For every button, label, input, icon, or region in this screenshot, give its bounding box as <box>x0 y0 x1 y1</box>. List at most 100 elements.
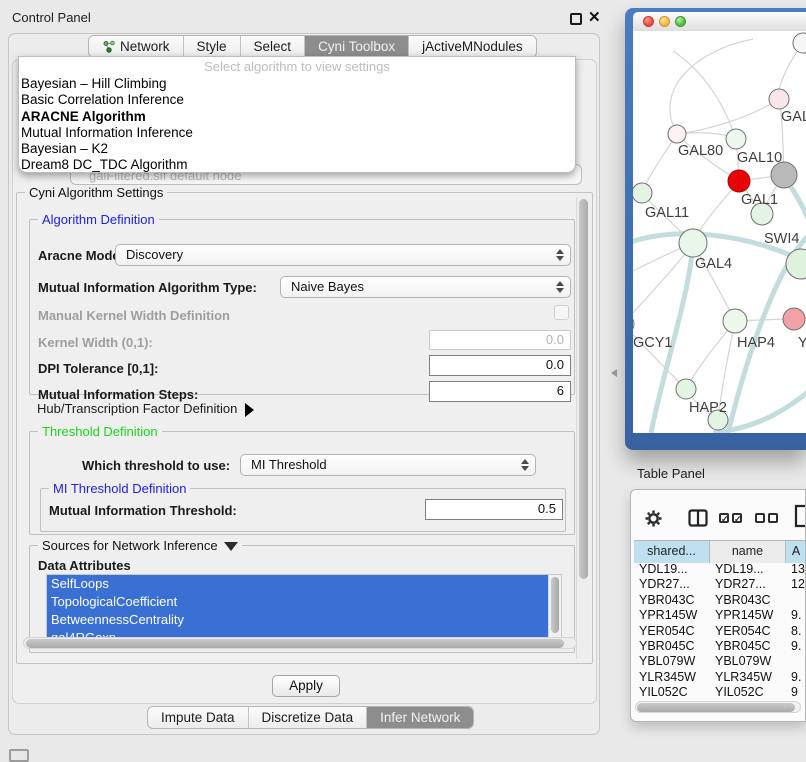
network-node-gal80[interactable] <box>668 125 686 143</box>
table-cell: YBR043C <box>715 593 771 607</box>
table-row[interactable]: YIL052C YIL052C 9 <box>634 685 806 700</box>
tab-impute-data[interactable]: Impute Data <box>148 707 249 728</box>
table-header-row: shared...nameA <box>634 540 806 562</box>
minimize-traffic-light-icon[interactable] <box>659 16 670 27</box>
node-label-hap2: HAP2 <box>689 400 727 416</box>
attribute-item-topologicalcoefficient[interactable]: TopologicalCoefficient <box>47 593 548 611</box>
table-cell: YIL052C <box>639 685 688 699</box>
table-row[interactable]: YPR145WYPR145W9. <box>634 608 806 623</box>
network-node-gcy1[interactable] <box>633 313 634 335</box>
settings-horizontal-scrollbar[interactable] <box>23 637 577 649</box>
network-node-hap4[interactable] <box>723 309 747 333</box>
deselect-all-checkbox-icon[interactable] <box>768 513 778 523</box>
tab-style[interactable]: Style <box>184 36 241 57</box>
network-node-y[interactable] <box>783 308 805 330</box>
tab-jactivemnodules[interactable]: jActiveMNodules <box>409 36 536 57</box>
tab-network[interactable]: Network <box>89 36 184 57</box>
float-window-icon[interactable] <box>570 13 582 25</box>
collapsed-panel-button[interactable] <box>9 749 29 762</box>
select-all-checkbox-icon[interactable]: ✓ <box>732 513 742 523</box>
network-node-gal10[interactable] <box>726 129 746 149</box>
zoom-traffic-light-icon[interactable] <box>675 16 686 27</box>
table-cell: YDL19... <box>639 562 688 576</box>
aracne-mode-combo[interactable]: Discovery <box>115 244 571 266</box>
network-node-gal1[interactable] <box>728 170 750 192</box>
algorithm-option-aracne-algorithm[interactable]: ARACNE Algorithm <box>19 109 575 125</box>
network-node-gal11[interactable] <box>633 183 652 203</box>
column-header-shared[interactable]: shared... <box>634 541 710 563</box>
tab-select[interactable]: Select <box>241 36 306 57</box>
which-threshold-combo[interactable]: MI Threshold <box>240 454 536 476</box>
sources-title[interactable]: Sources for Network Inference <box>38 538 242 553</box>
table-cell: YDR27... <box>715 577 766 591</box>
table-cell: YLR345W <box>639 670 696 684</box>
table-row[interactable]: YLR345WYLR345W9. <box>634 670 806 685</box>
column-browser-icon[interactable] <box>688 509 708 527</box>
attributes-scrollbar[interactable] <box>548 575 561 645</box>
algorithm-option-basic-correlation-inference[interactable]: Basic Correlation Inference <box>19 92 575 108</box>
column-header-a[interactable]: A <box>786 541 806 563</box>
table-cell: YPR145W <box>639 608 697 622</box>
tab-label: Network <box>120 39 170 54</box>
apply-button[interactable]: Apply <box>272 675 340 697</box>
aracne-mode-label: Aracne Mode: <box>38 248 124 263</box>
tab-label: Cyni Toolbox <box>318 39 395 54</box>
table-row[interactable]: YBL079W YBL079W <box>634 654 806 669</box>
node-label-gal11: GAL11 <box>645 205 689 221</box>
mi-threshold-label: Mutual Information Threshold: <box>49 503 237 518</box>
kernel-width-field[interactable]: 0.0 <box>429 330 571 350</box>
node-label-gal80: GAL80 <box>678 143 723 159</box>
table-row[interactable]: YDR27...YDR27...12 <box>634 577 806 592</box>
tab-label: Impute Data <box>161 710 235 725</box>
table-row[interactable]: YER054CYER054C8. <box>634 624 806 639</box>
tab-label: Discretize Data <box>262 710 354 725</box>
mi-threshold-field[interactable]: 0.5 <box>425 499 563 520</box>
table-cell: YDL19... <box>715 562 764 576</box>
tab-label: Style <box>197 39 227 54</box>
table-cell: YBL079W <box>715 654 771 668</box>
column-header-name[interactable]: name <box>710 541 786 563</box>
mi-steps-field[interactable]: 6 <box>429 381 571 402</box>
table-cell: YPR145W <box>715 608 773 622</box>
table-row[interactable]: YBR045CYBR045C9. <box>634 639 806 654</box>
network-node-gal[interactable] <box>769 89 789 109</box>
cyni-algorithm-settings-group: Cyni Algorithm Settings Algorithm Defini… <box>16 192 593 664</box>
network-node[interactable] <box>793 33 806 53</box>
hub-definition-toggle[interactable]: Hub/Transcription Factor Definition <box>37 401 254 417</box>
mi-algorithm-type-combo[interactable]: Naive Bayes <box>280 276 571 298</box>
tab-discretize-data[interactable]: Discretize Data <box>249 707 368 728</box>
table-horizontal-scrollbar[interactable] <box>635 701 801 713</box>
deselect-all-checkbox-icon[interactable] <box>755 513 765 523</box>
network-window-titlebar[interactable] <box>633 12 806 31</box>
attribute-item-betweennesscentrality[interactable]: BetweennessCentrality <box>47 611 548 629</box>
splitter-collapse-icon[interactable] <box>611 369 617 377</box>
data-attributes-list[interactable]: SelfLoopsTopologicalCoefficientBetweenne… <box>46 574 562 646</box>
algorithm-option-bayesian-hill-climbing[interactable]: Bayesian – Hill Climbing <box>19 76 575 92</box>
settings-vertical-scrollbar[interactable] <box>576 197 589 659</box>
algorithm-option-mutual-information-inference[interactable]: Mutual Information Inference <box>19 125 575 141</box>
tab-infer-network[interactable]: Infer Network <box>367 707 473 728</box>
network-node-hap2[interactable] <box>676 379 696 399</box>
close-icon[interactable]: ✕ <box>588 8 601 26</box>
select-all-checkbox-icon[interactable]: ✓ <box>719 513 729 523</box>
network-node-gal4[interactable] <box>679 229 707 257</box>
algorithm-option-bayesian-k2[interactable]: Bayesian – K2 <box>19 141 575 157</box>
table-cell: YBL079W <box>639 654 695 668</box>
table-cell: YIL052C <box>715 685 764 699</box>
attribute-item-selfloops[interactable]: SelfLoops <box>47 575 548 593</box>
node-label-y: Y <box>798 335 806 351</box>
tab-cyni-toolbox[interactable]: Cyni Toolbox <box>305 36 409 57</box>
network-canvas[interactable]: GALGAL80GAL10GAL1GAL11GAL4SWI4GCY1HAP4YH… <box>633 31 806 433</box>
table-cell: 9 <box>791 685 798 699</box>
gear-icon[interactable] <box>645 510 662 527</box>
table-cell: YER054C <box>715 624 771 638</box>
table-panel-window: ✓ ✓ shared...nameA YDL19...YDL19...13YDR… <box>630 489 806 722</box>
table-row[interactable]: YDL19...YDL19...13 <box>634 562 806 577</box>
algorithm-option-dream8-dc-tdc-algorithm[interactable]: Dream8 DC_TDC Algorithm <box>19 157 575 173</box>
manual-kernel-width-checkbox[interactable] <box>554 305 569 320</box>
dpi-tolerance-field[interactable]: 0.0 <box>429 355 571 376</box>
table-cell: YER054C <box>639 624 695 638</box>
table-row[interactable]: YBR043CYBR043C <box>634 593 806 608</box>
table-function-icon[interactable] <box>794 504 806 528</box>
close-traffic-light-icon[interactable] <box>643 16 654 27</box>
